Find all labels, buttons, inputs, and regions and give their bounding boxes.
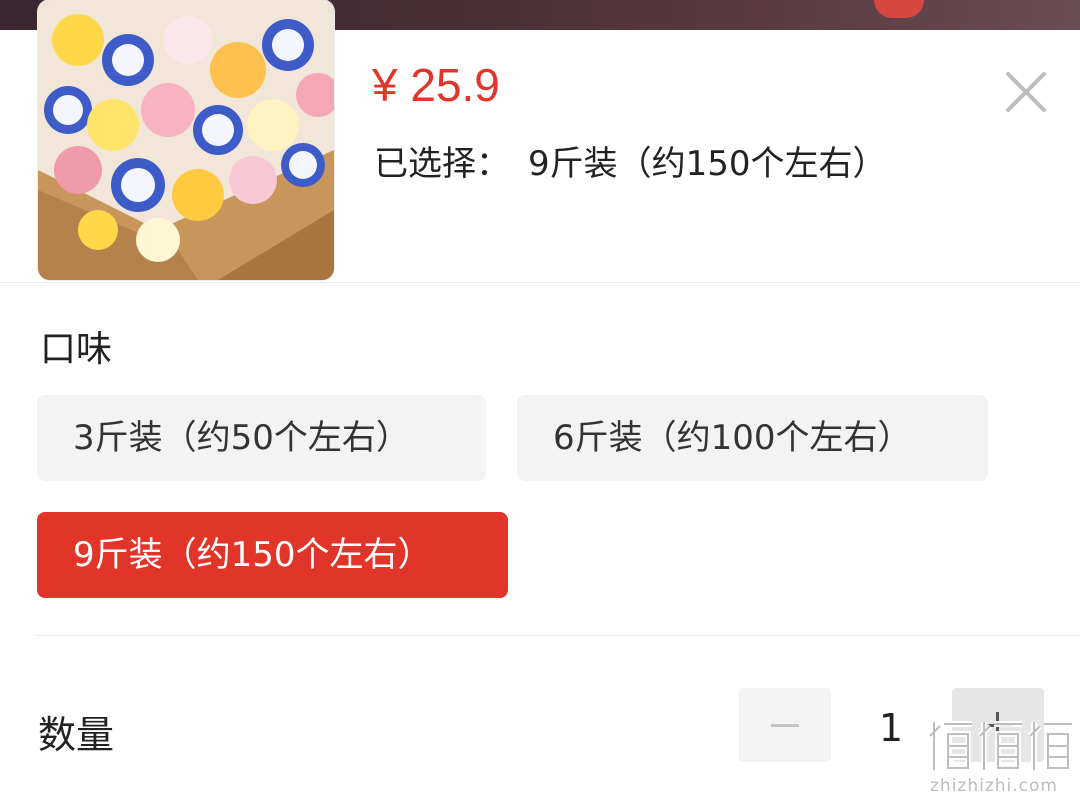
product-price: ¥ 25.9 xyxy=(372,59,500,111)
decrease-button[interactable] xyxy=(739,688,831,762)
watermark-text: zhizhizhi.com xyxy=(930,776,1058,796)
minus-icon xyxy=(771,724,799,727)
option-label: 9斤装（约150个左右） xyxy=(73,535,432,575)
option-6jin[interactable]: 6斤装（约100个左右） xyxy=(517,395,988,481)
option-label: 3斤装（约50个左右） xyxy=(73,418,410,458)
selected-spec-label: 已选择： xyxy=(374,144,510,184)
product-image xyxy=(38,0,334,280)
quantity-label: 数量 xyxy=(38,713,115,757)
flavor-section-title: 口味 xyxy=(40,329,113,370)
selected-spec: 已选择： 9斤装（约150个左右） xyxy=(374,136,887,185)
sku-selector-sheet: ¥ 25.9 已选择： 9斤装（约150个左右） 口味 3斤装（约50个左右） 6… xyxy=(0,0,1080,796)
option-3jin[interactable]: 3斤装（约50个左右） xyxy=(37,395,486,481)
option-9jin-selected[interactable]: 9斤装（约150个左右） xyxy=(37,512,508,598)
option-label: 6斤装（约100个左右） xyxy=(553,418,912,458)
divider xyxy=(0,282,1080,283)
background-decoration xyxy=(874,0,924,18)
watermark: zhizhizhi.com xyxy=(927,712,1080,796)
divider xyxy=(36,635,1080,636)
quantity-value: 1 xyxy=(878,706,904,750)
close-icon[interactable] xyxy=(1000,66,1052,118)
selected-spec-value: 9斤装（约150个左右） xyxy=(528,144,887,184)
